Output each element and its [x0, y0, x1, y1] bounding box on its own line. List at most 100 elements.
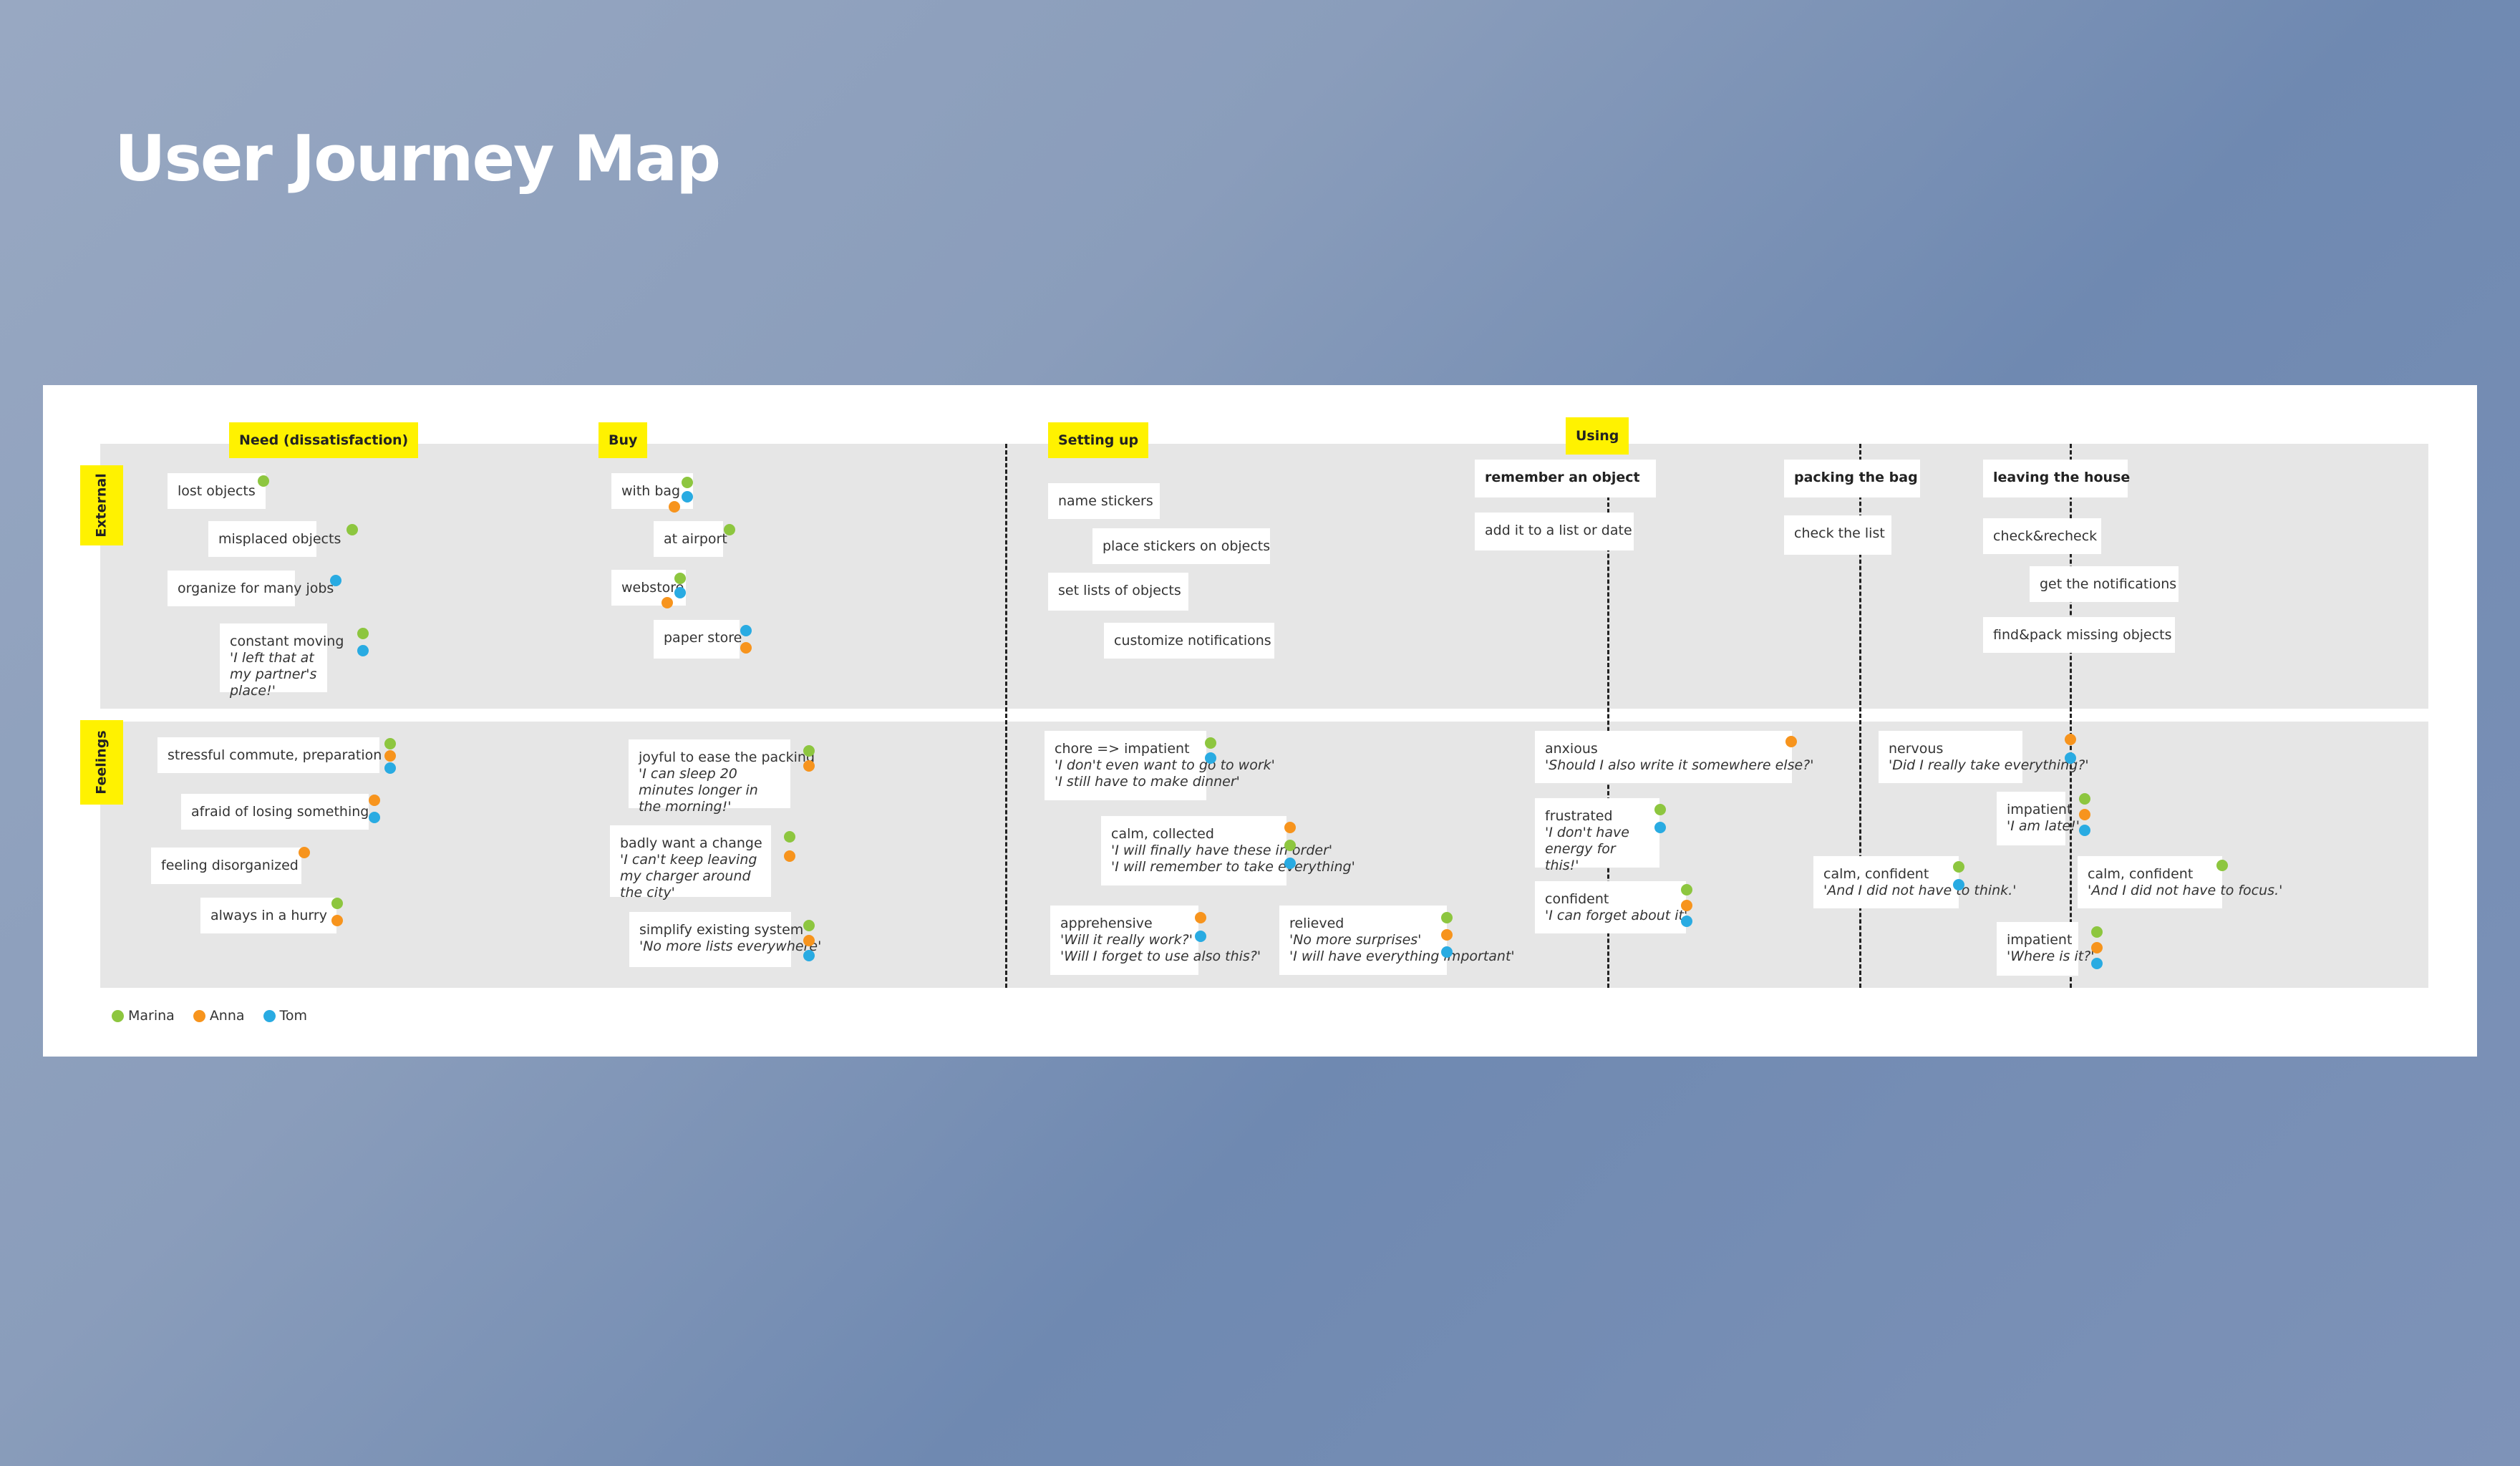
- stage-setting-up: Setting up: [1048, 422, 1149, 458]
- note-quote: 'I am late!': [2007, 818, 2080, 834]
- persona-dots: [662, 573, 686, 608]
- persona-dots: [724, 524, 735, 535]
- anna-dot-icon: [803, 935, 815, 946]
- tom-dot-icon: [1654, 822, 1666, 833]
- note-quote: 'Will I forget to use also this?': [1060, 948, 1261, 964]
- note-card: calm, confident 'And I did not have to t…: [1813, 856, 2016, 908]
- note-quote: 'Should I also write it somewhere else?': [1545, 757, 1814, 773]
- note-card: calm, confident 'And I did not have to f…: [2078, 856, 2282, 908]
- note-quote: 'Did I really take everything?': [1889, 757, 2089, 773]
- note-text: place stickers on objects: [1102, 538, 1271, 554]
- note-text: constant moving: [230, 634, 344, 649]
- anna-dot-icon: [784, 850, 795, 862]
- anna-dot-icon: [384, 750, 396, 762]
- step-title: leaving the house: [1993, 470, 2131, 485]
- note-text: impatient: [2007, 932, 2073, 948]
- note-card: add it to a list or date: [1475, 513, 1634, 550]
- anna-dot-icon: [331, 915, 343, 926]
- tom-dot-icon: [330, 575, 341, 586]
- tom-dot-icon: [1441, 946, 1453, 958]
- marina-dot-icon: [1441, 912, 1453, 923]
- note-card: afraid of losing something: [181, 794, 369, 830]
- note-quote: 'I can sleep 20 minutes longer in the mo…: [639, 766, 758, 815]
- note-card: badly want a change 'I can't keep leavin…: [610, 825, 771, 901]
- note-text: check&recheck: [1993, 528, 2098, 544]
- persona-dots: [803, 920, 815, 961]
- marina-dot-icon: [331, 898, 343, 909]
- tom-dot-icon: [369, 812, 380, 823]
- note-text: stressful commute, preparation: [168, 747, 382, 763]
- journey-board: External Feelings Need (dissatisfaction)…: [43, 385, 2477, 1057]
- anna-dot-icon: [1195, 912, 1206, 923]
- note-text: feeling disorganized: [161, 858, 299, 873]
- anna-dot-icon: [740, 642, 752, 654]
- anna-dot-icon: [662, 597, 673, 608]
- tom-dot-icon: [1205, 752, 1216, 764]
- tom-dot-icon: [1681, 916, 1692, 927]
- persona-dots: [1654, 804, 1666, 833]
- note-text: always in a hurry: [210, 908, 327, 923]
- note-quote: 'I left that at my partner's place!': [230, 650, 317, 699]
- note-quote: 'I can't keep leaving my charger around …: [620, 852, 757, 901]
- note-text: lost objects: [178, 483, 256, 499]
- anna-dot-icon: [2065, 734, 2076, 745]
- legend-item-tom: Tom: [263, 1008, 307, 1024]
- persona-dots: [2079, 793, 2090, 836]
- note-text: name stickers: [1058, 493, 1153, 509]
- persona-dots: [1785, 736, 1797, 747]
- anna-dot-icon: [1681, 900, 1692, 911]
- tom-dot-icon: [682, 491, 693, 503]
- note-text: simplify existing system: [639, 922, 804, 938]
- note-text: add it to a list or date: [1485, 523, 1632, 538]
- note-text: nervous: [1889, 741, 1944, 757]
- persona-dots: [803, 745, 815, 772]
- note-quote: 'No more surprises': [1289, 932, 1422, 948]
- marina-dot-icon: [357, 628, 369, 639]
- note-card: chore => impatient 'I don't even want to…: [1045, 731, 1275, 800]
- anna-dot-icon: [1284, 822, 1296, 833]
- persona-dots: [1953, 861, 1964, 890]
- note-card: joyful to ease the packing 'I can sleep …: [629, 739, 815, 815]
- note-card: frustrated 'I don't have energy for this…: [1535, 798, 1659, 873]
- tom-dot-icon: [2065, 752, 2076, 764]
- note-text: impatient: [2007, 802, 2073, 817]
- note-quote: 'I can forget about it': [1545, 908, 1688, 923]
- note-card: place stickers on objects: [1092, 528, 1270, 564]
- tom-dot-icon: [1284, 858, 1296, 869]
- note-quote: 'I will have everything important': [1289, 948, 1515, 964]
- persona-dots: [1205, 737, 1216, 764]
- persona-dots: [1195, 912, 1206, 942]
- note-card: customize notifications: [1104, 623, 1274, 659]
- persona-dots: [258, 475, 269, 487]
- note-card: calm, collected 'I will finally have the…: [1101, 816, 1355, 885]
- note-text: joyful to ease the packing: [639, 749, 815, 765]
- persona-dots: [384, 738, 396, 774]
- anna-dot-icon: [803, 760, 815, 772]
- stage-divider: [1005, 444, 1007, 988]
- marina-dot-icon: [724, 524, 735, 535]
- marina-dot-icon: [1953, 861, 1964, 873]
- note-card: organize for many jobs: [168, 571, 334, 606]
- persona-dots: [330, 575, 341, 586]
- note-card: at airport: [654, 521, 727, 557]
- persona-dots: [2065, 734, 2076, 764]
- note-card: constant moving 'I left that at my partn…: [220, 623, 344, 699]
- note-text: anxious: [1545, 741, 1598, 757]
- note-quote: 'Where is it?': [2007, 948, 2095, 964]
- note-card: misplaced objects: [208, 521, 341, 557]
- step-card-packing: packing the bag: [1784, 460, 1920, 497]
- anna-dot-icon: [1785, 736, 1797, 747]
- tom-dot-icon: [674, 587, 686, 598]
- note-text: check the list: [1794, 525, 1885, 541]
- marina-dot-icon: [384, 738, 396, 749]
- persona-dots: [1441, 912, 1453, 958]
- tom-dot-icon: [263, 1009, 276, 1022]
- note-text: find&pack missing objects: [1993, 627, 2172, 643]
- note-card: always in a hurry: [200, 898, 336, 933]
- tom-dot-icon: [357, 645, 369, 656]
- step-card-leaving: leaving the house: [1983, 460, 2131, 497]
- persona-dots: [784, 831, 795, 862]
- marina-dot-icon: [2216, 860, 2228, 871]
- note-text: calm, confident: [2088, 866, 2194, 882]
- note-card: check the list: [1784, 515, 1891, 555]
